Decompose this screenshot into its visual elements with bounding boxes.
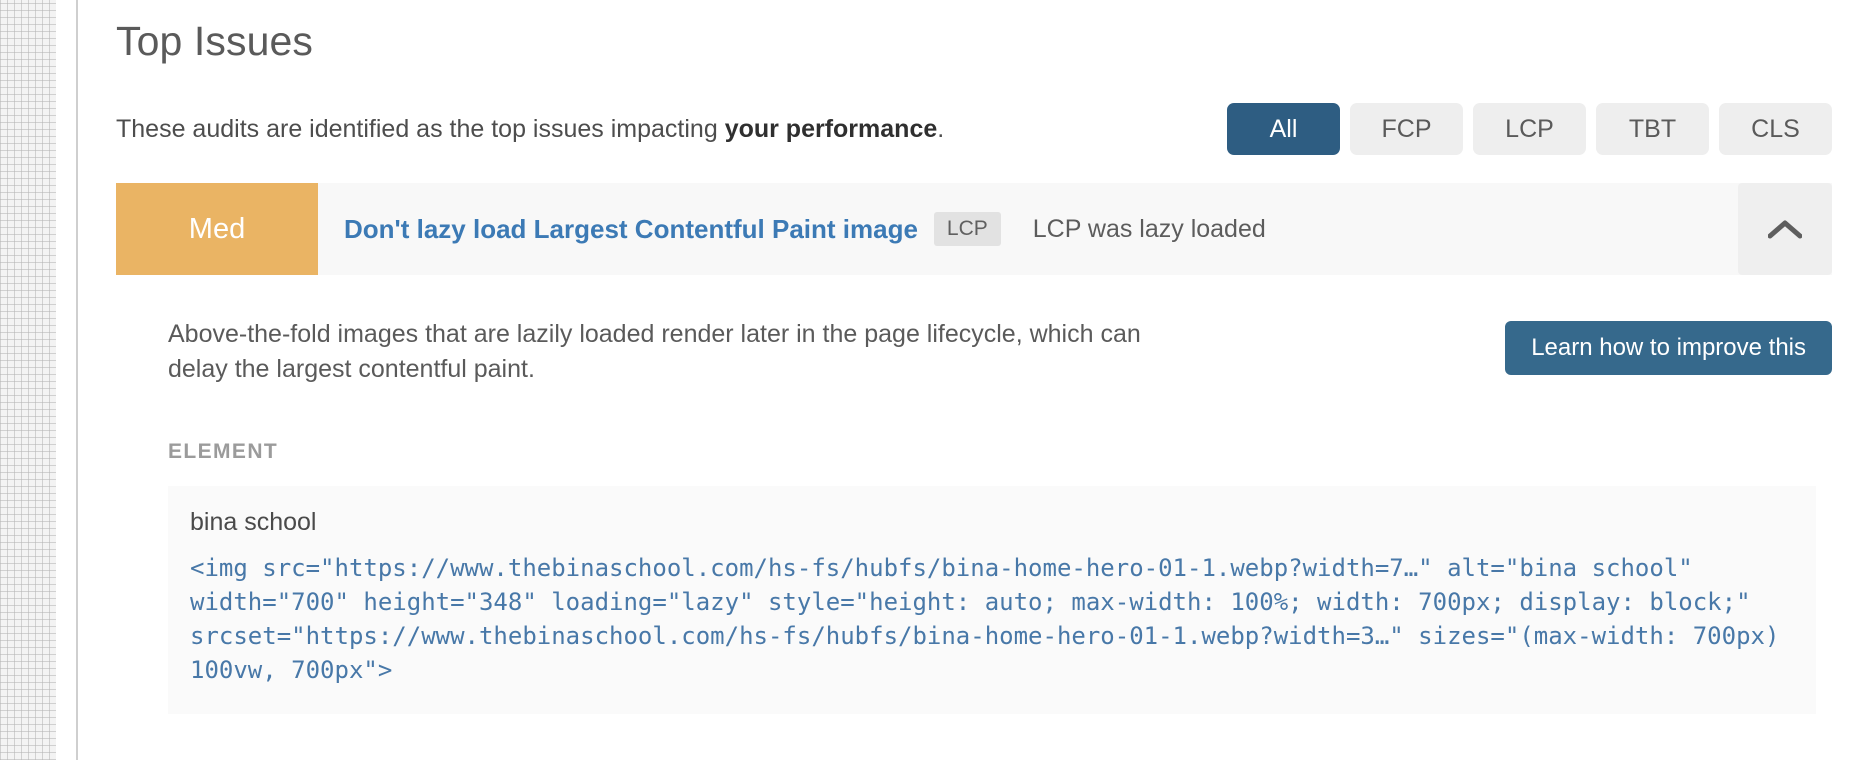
filter-button-tbt[interactable]: TBT — [1596, 103, 1709, 156]
left-hatch-pattern — [0, 0, 56, 760]
subtitle-text-suffix: . — [937, 114, 945, 143]
issue-title-link[interactable]: Don't lazy load Largest Contentful Paint… — [344, 214, 918, 245]
element-html-snippet: <img src="https://www.thebinaschool.com/… — [190, 554, 1794, 685]
app-root: Top Issues These audits are identified a… — [0, 0, 1868, 760]
left-margin-rail — [56, 0, 78, 760]
subtitle-text-bold: your performance — [724, 114, 938, 143]
issue-header-content: Don't lazy load Largest Contentful Paint… — [318, 183, 1738, 276]
element-section-label: ELEMENT — [168, 440, 279, 464]
subtitle-filter-row: These audits are identified as the top i… — [116, 101, 1832, 157]
learn-how-to-improve-button[interactable]: Learn how to improve this — [1505, 321, 1832, 376]
chevron-up-icon — [1768, 220, 1802, 239]
element-code-block: bina school <img src="https://www.thebin… — [168, 486, 1816, 714]
filter-button-all[interactable]: All — [1227, 103, 1340, 156]
issue-card: Med Don't lazy load Largest Contentful P… — [116, 183, 1832, 714]
issue-body: Above-the-fold images that are lazily lo… — [116, 317, 1832, 714]
issue-summary-text: LCP was lazy loaded — [1032, 214, 1266, 243]
issue-header-row[interactable]: Med Don't lazy load Largest Contentful P… — [116, 183, 1832, 276]
page-title: Top Issues — [116, 18, 313, 64]
metric-tag-badge: LCP — [933, 212, 1001, 247]
filter-button-lcp[interactable]: LCP — [1473, 103, 1586, 156]
filter-button-fcp[interactable]: FCP — [1350, 103, 1463, 156]
issue-description: Above-the-fold images that are lazily lo… — [168, 320, 1141, 383]
issue-collapse-toggle[interactable] — [1738, 183, 1832, 276]
subtitle-text-prefix: These audits are identified as the top i… — [116, 114, 725, 143]
severity-badge: Med — [116, 183, 318, 276]
main-content-panel: Top Issues These audits are identified a… — [80, 0, 1868, 760]
filter-button-cls[interactable]: CLS — [1719, 103, 1832, 156]
page-subtitle: These audits are identified as the top i… — [116, 115, 944, 144]
issue-description-row: Above-the-fold images that are lazily lo… — [168, 317, 1832, 386]
metric-filter-group: All FCP LCP TBT CLS — [1227, 103, 1832, 156]
element-alt-text: bina school — [190, 508, 317, 537]
